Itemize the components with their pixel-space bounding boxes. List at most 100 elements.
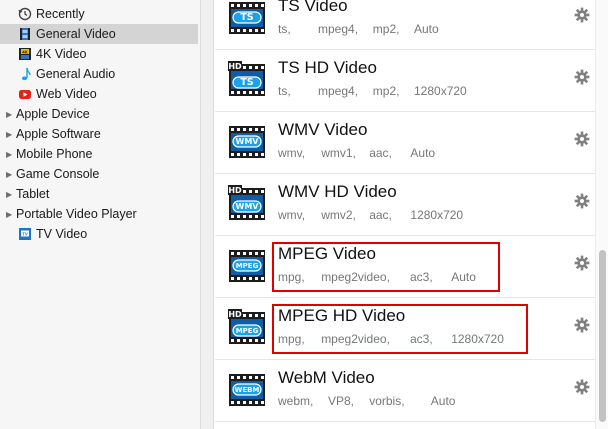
format-row-webm-video[interactable]: WEBM WebM Video webm, VP8, vorbis, Auto [215,360,595,422]
sidebar-item-apple-device[interactable]: ▶ Apple Device [0,104,198,124]
youtube-icon [18,87,32,101]
format-title: WMV Video [278,120,368,139]
format-spec-audio-codec: vorbis, [369,394,405,408]
format-spec-video-codec: mpeg4, [318,84,359,98]
sidebar-item-label: General Audio [36,67,116,81]
format-title: TS HD Video [278,58,377,77]
format-row-mpeg-hd-video[interactable]: MPEG HD MPEG HD Video mpg, mpeg2video, ac3, 12… [215,298,595,360]
gear-icon[interactable] [574,193,590,209]
format-spec-audio-codec: mp2, [372,22,400,36]
svg-text:TS: TS [240,77,253,88]
format-row-ts-video[interactable]: TS TS Video ts, mpeg4, mp2, Auto [215,0,595,50]
format-title: TS Video [278,0,348,15]
format-spec-container: ts, [278,22,291,36]
tv-icon: TV [18,227,32,241]
format-spec-resolution: Auto [430,394,456,408]
svg-text:HD: HD [228,186,242,195]
sidebar-item-label: 4K Video [36,47,87,61]
gear-icon[interactable] [574,379,590,395]
disclosure-triangle-icon[interactable]: ▶ [6,150,16,159]
sidebar-item-tablet[interactable]: ▶ Tablet [0,184,198,204]
sidebar-item-4k-video[interactable]: 4K 4K Video [0,44,198,64]
gear-icon[interactable] [574,7,590,23]
sidebar-item-label: Mobile Phone [16,147,93,161]
format-ts-hd-icon: TS HD [227,60,269,98]
sidebar-item-apple-software[interactable]: ▶ Apple Software [0,124,198,144]
gear-icon[interactable] [574,69,590,85]
clock-icon [18,7,32,21]
format-spec-video-codec: wmv1, [321,146,356,160]
format-row-ts-hd-video[interactable]: TS HD TS HD Video ts, mpeg4, mp2, 1280x720 [215,50,595,112]
sidebar-item-general-video[interactable]: General Video [0,24,198,44]
gear-icon[interactable] [574,255,590,271]
format-webm-icon: WEBM [227,370,269,408]
svg-text:HD: HD [228,62,242,71]
format-list: TS TS Video ts, mpeg4, mp2, Auto TS HD TS HD Vid… [215,0,595,429]
format-spec-resolution: 1280x720 [414,84,467,98]
format-spec-video-codec: wmv2, [321,208,356,222]
svg-text:MPEG: MPEG [236,327,259,335]
sidebar-item-label: Web Video [36,87,97,101]
svg-text:TS: TS [240,12,253,23]
format-spec-resolution: Auto [410,146,436,160]
sidebar-item-label: Game Console [16,167,100,181]
sidebar-item-general-audio[interactable]: General Audio [0,64,198,84]
format-row-mpeg-video[interactable]: MPEG MPEG Video mpg, mpeg2video, ac3, Auto [215,236,595,298]
format-title: WMV HD Video [278,182,397,201]
format-mpeg-hd-icon: MPEG HD [227,308,269,346]
svg-text:WMV: WMV [236,137,260,146]
4k-film-icon: 4K [18,47,32,61]
sidebar-item-label: Tablet [16,187,50,201]
gear-icon[interactable] [574,317,590,333]
vertical-scrollbar[interactable] [595,0,608,429]
format-row-wmv-video[interactable]: WMV WMV Video wmv, wmv1, aac, Auto [215,112,595,174]
format-wmv-hd-icon: WMV HD [227,184,269,222]
svg-text:WEBM: WEBM [235,386,260,394]
format-wmv-icon: WMV [227,122,269,160]
format-ts-icon: TS [227,0,269,36]
svg-text:HD: HD [228,310,242,319]
format-spec-video-codec: mpeg4, [318,22,359,36]
disclosure-triangle-icon[interactable]: ▶ [6,210,16,219]
scrollbar-thumb[interactable] [599,250,606,422]
format-title: WebM Video [278,368,375,387]
format-spec-container: ts, [278,84,291,98]
svg-text:MPEG: MPEG [236,262,259,270]
sidebar-item-label: Apple Software [16,127,101,141]
sidebar-item-portable-video-player[interactable]: ▶ Portable Video Player [0,204,198,224]
format-spec-audio-codec: mp2, [372,84,400,98]
sidebar-item-recently[interactable]: Recently [0,4,198,24]
format-spec-audio-codec: aac, [369,208,392,222]
highlight-box [272,304,528,354]
gear-icon[interactable] [574,131,590,147]
sidebar-item-web-video[interactable]: Web Video [0,84,198,104]
pane-divider[interactable] [200,0,214,429]
format-mpeg-icon: MPEG [227,246,269,284]
format-spec-resolution: Auto [414,22,439,36]
format-spec-container: wmv, [278,146,306,160]
sidebar-item-tv-video[interactable]: TV TV Video [0,224,198,244]
disclosure-triangle-icon[interactable]: ▶ [6,170,16,179]
sidebar-item-label: Portable Video Player [16,207,137,221]
disclosure-triangle-icon[interactable]: ▶ [6,110,16,119]
disclosure-triangle-icon[interactable]: ▶ [6,130,16,139]
film-icon [18,27,32,41]
disclosure-triangle-icon[interactable]: ▶ [6,190,16,199]
highlight-box [272,242,501,292]
sidebar-item-mobile-phone[interactable]: ▶ Mobile Phone [0,144,198,164]
format-spec-resolution: 1280x720 [410,208,464,222]
svg-text:TV: TV [22,231,28,236]
sidebar-item-game-console[interactable]: ▶ Game Console [0,164,198,184]
music-note-icon [18,67,32,81]
format-row-wmv-hd-video[interactable]: WMV HD WMV HD Video wmv, wmv2, aac, 1280x720 [215,174,595,236]
svg-text:4K: 4K [22,49,29,54]
svg-text:WMV: WMV [236,202,260,211]
category-sidebar: Recently General Video 4K 4K Video General A… [0,0,200,429]
format-spec-audio-codec: aac, [369,146,392,160]
format-spec-container: webm, [278,394,314,408]
sidebar-item-label: General Video [36,27,116,41]
format-spec-container: wmv, [278,208,306,222]
format-spec-video-codec: VP8, [328,394,355,408]
sidebar-item-label: Recently [36,7,85,21]
sidebar-item-label: TV Video [36,227,88,241]
